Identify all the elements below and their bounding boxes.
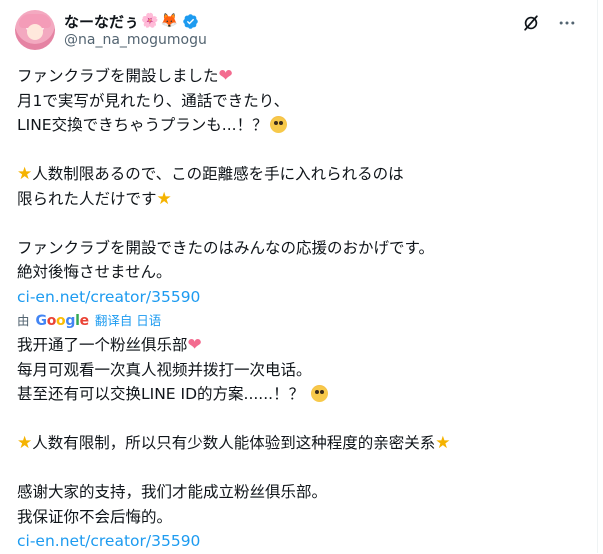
post-header: なーなだぅ 🌸 🦊 @na_na_mogumogu xyxy=(15,10,577,54)
avatar[interactable] xyxy=(15,10,55,50)
original-text: 絶対後悔させません。 xyxy=(17,263,172,281)
translated-by-prefix: 由 xyxy=(17,312,30,328)
translated-text: 人数有限制，所以只有少数人能体验到这种程度的亲密关系 xyxy=(32,434,436,452)
translated-text: 每月可观看一次真人视频并拨打一次电话。 xyxy=(17,360,312,379)
original-text: LINE交換できちゃうプランも...！？ xyxy=(17,116,268,134)
user-handle[interactable]: @na_na_mogumogu xyxy=(64,32,207,48)
pink-heart-emoji: ❤ xyxy=(218,66,233,86)
google-logo: Google xyxy=(35,312,90,329)
original-line: ★人数制限あるので、この距離感を手に入れられるのは xyxy=(17,162,587,187)
display-name[interactable]: なーなだぅ xyxy=(64,11,139,32)
verified-badge-icon xyxy=(183,13,198,29)
original-line: 絶対後悔させません。 xyxy=(17,260,587,285)
flushed-face-emoji xyxy=(311,385,329,402)
original-line: ファンクラブを開設できたのはみんなの応援のおかげです。 xyxy=(17,236,587,261)
translation-attribution: 由 Google 翻译自 日语 xyxy=(17,309,587,333)
original-line: 月1で実写が見れたり、通話できたり、 xyxy=(17,89,587,114)
star-emoji: ★ xyxy=(17,433,33,453)
avatar-face xyxy=(27,24,43,40)
translated-line: 每月可观看一次真人视频并拨打一次电话。 xyxy=(17,358,587,383)
creator-link[interactable]: ci-en.net/creator/35590 xyxy=(17,288,200,306)
original-line: 限られた人だけです★ xyxy=(17,187,587,212)
translated-link-line: ci-en.net/creator/35590 xyxy=(17,529,587,554)
original-line: ファンクラブを開設しました❤ xyxy=(17,64,587,89)
original-text: 人数制限あるので、この距離感を手に入れられるのは xyxy=(32,165,404,183)
post-text: ファンクラブを開設しました❤ 月1で実写が見れたり、通話できたり、 LINE交換… xyxy=(17,64,587,554)
original-link-line: ci-en.net/creator/35590 xyxy=(17,285,587,310)
grok-icon[interactable] xyxy=(521,13,541,33)
translated-line: 我保证你不会后悔的。 xyxy=(17,505,587,530)
translated-line: 我开通了一个粉丝俱乐部❤ xyxy=(17,333,587,358)
translated-line: 甚至还有可以交换LINE ID的方案......！？ xyxy=(17,382,587,407)
post-card: なーなだぅ 🌸 🦊 @na_na_mogumogu ファンクラブを開設しました❤… xyxy=(0,0,598,553)
translated-from-label[interactable]: 翻译自 日语 xyxy=(95,309,161,334)
translated-text: 感谢大家的支持，我们才能成立粉丝俱乐部。 xyxy=(17,483,328,501)
cherry-blossom-emoji: 🌸 xyxy=(141,13,159,29)
more-icon[interactable] xyxy=(557,13,577,33)
name-row: なーなだぅ 🌸 🦊 xyxy=(64,11,199,31)
translated-text: 我保证你不会后悔的。 xyxy=(17,507,173,526)
creator-link-translated[interactable]: ci-en.net/creator/35590 xyxy=(17,532,200,550)
pink-heart-emoji: ❤ xyxy=(187,335,202,355)
star-emoji: ★ xyxy=(156,188,172,209)
translated-text: 甚至还有可以交换LINE ID的方案......！？ xyxy=(17,385,305,403)
original-text: ファンクラブを開設できたのはみんなの応援のおかげです。 xyxy=(17,238,434,257)
star-emoji: ★ xyxy=(435,433,451,453)
original-text: ファンクラブを開設しました xyxy=(17,67,219,85)
flushed-face-emoji xyxy=(269,116,287,133)
original-line: LINE交換できちゃうプランも...！？ xyxy=(17,113,587,138)
translated-line: 感谢大家的支持，我们才能成立粉丝俱乐部。 xyxy=(17,480,587,505)
translated-text: 我开通了一个粉丝俱乐部 xyxy=(17,336,188,354)
star-emoji: ★ xyxy=(17,164,33,184)
original-text: 月1で実写が見れたり、通話できたり、 xyxy=(17,91,290,110)
fox-emoji: 🦊 xyxy=(160,13,178,29)
translated-line: ★人数有限制，所以只有少数人能体验到这种程度的亲密关系★ xyxy=(17,431,587,456)
original-text: 限られた人だけです xyxy=(17,189,157,208)
